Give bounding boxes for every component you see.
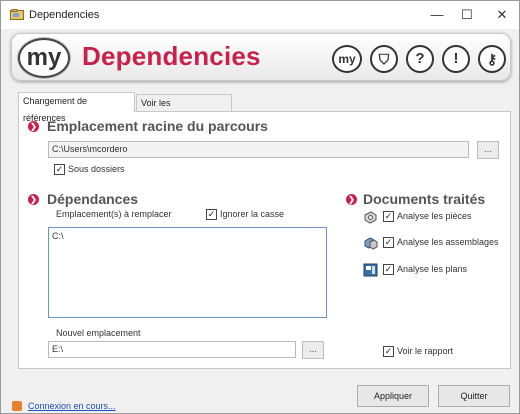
root-path-field[interactable]: C:\Users\mcordero: [48, 141, 469, 158]
app-icon: [10, 9, 24, 20]
assembly-icon: [364, 237, 378, 250]
drawings-label: Analyse les plans: [397, 264, 468, 274]
new-location-field[interactable]: E:\: [48, 341, 296, 358]
tab-changement-references[interactable]: Changement de références: [18, 92, 135, 123]
alert-icon[interactable]: !: [442, 45, 470, 73]
title-bar: Dependencies — ☐ ✕: [1, 1, 519, 29]
root-section-title: Emplacement racine du parcours: [47, 118, 268, 134]
report-label: Voir le rapport: [397, 346, 454, 356]
maximize-button[interactable]: ☐: [452, 5, 482, 25]
status-icon: [12, 401, 22, 411]
ignore-case-checkbox[interactable]: ✓: [206, 209, 217, 220]
apply-button[interactable]: Appliquer: [357, 385, 429, 407]
connection-status-link[interactable]: Connexion en cours...: [28, 401, 116, 411]
tab-voir-dependances[interactable]: Voir les dépendances: [136, 94, 232, 125]
assemblies-checkbox[interactable]: ✓: [383, 237, 394, 248]
replace-textarea[interactable]: C:\: [48, 227, 327, 318]
app-title: Dependencies: [82, 41, 261, 71]
root-browse-button[interactable]: ...: [477, 141, 499, 159]
my-logo: my: [18, 38, 70, 78]
dependencies-window: Dependencies — ☐ ✕ my Dependencies my ⛉ …: [0, 0, 520, 414]
help-icon[interactable]: ?: [406, 45, 434, 73]
parts-checkbox[interactable]: ✓: [383, 211, 394, 222]
report-checkbox[interactable]: ✓: [383, 346, 394, 357]
new-location-label: Nouvel emplacement: [56, 328, 141, 338]
my-circle-icon[interactable]: my: [332, 45, 362, 73]
assemblies-label: Analyse les assemblages: [397, 237, 499, 247]
window-title: Dependencies: [29, 9, 100, 21]
parts-label: Analyse les pièces: [397, 211, 472, 221]
header-banner: my Dependencies my ⛉ ? ! ⚷: [11, 33, 511, 81]
ignore-case-label: Ignorer la casse: [220, 209, 285, 219]
replace-label: Emplacement(s) à remplacer: [56, 209, 172, 219]
documents-section-title: Documents traités: [363, 191, 486, 207]
subfolders-label: Sous dossiers: [68, 164, 125, 174]
drawings-checkbox[interactable]: ✓: [383, 264, 394, 275]
quit-button[interactable]: Quitter: [438, 385, 510, 407]
new-location-browse-button[interactable]: ...: [302, 341, 324, 359]
close-button[interactable]: ✕: [487, 5, 517, 25]
drawing-icon: [363, 263, 378, 277]
section-bullet-icon: ❯: [346, 194, 357, 205]
subfolders-checkbox[interactable]: ✓: [54, 164, 65, 175]
section-bullet-icon: ❯: [28, 194, 39, 205]
part-icon: [364, 211, 377, 224]
dependencies-section-title: Dépendances: [47, 191, 139, 207]
shield-icon[interactable]: ⛉: [370, 45, 398, 73]
key-icon[interactable]: ⚷: [478, 45, 506, 73]
minimize-button[interactable]: —: [422, 5, 452, 25]
